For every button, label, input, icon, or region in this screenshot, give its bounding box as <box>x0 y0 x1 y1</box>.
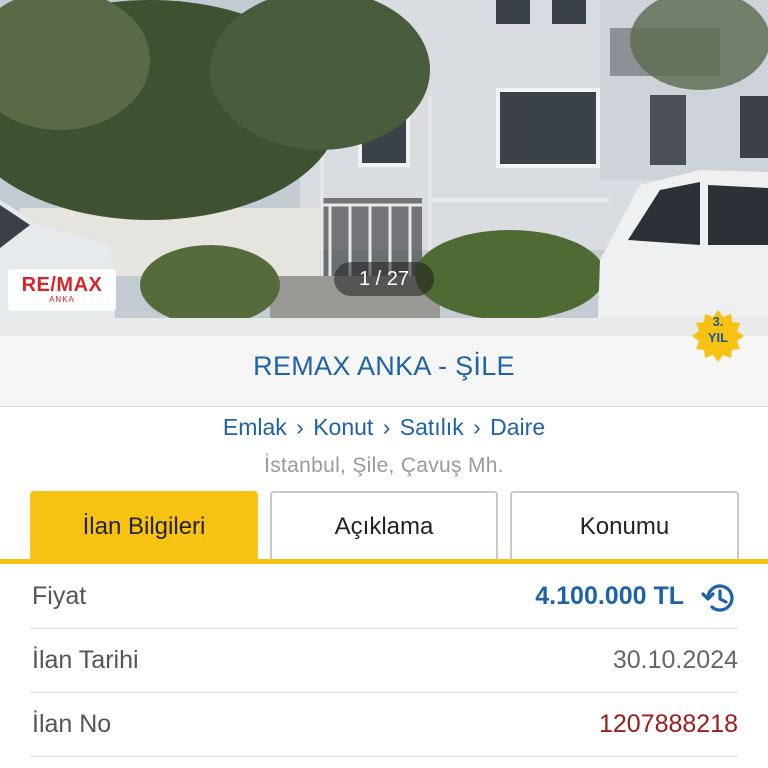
detail-row-price: Fiyat 4.100.000 TL <box>30 565 738 629</box>
breadcrumb-separator: › <box>473 414 481 440</box>
agent-logo: RE/MAX ANKA <box>8 269 116 311</box>
listing-photo[interactable]: RE/MAX ANKA 1 / 27 <box>0 0 768 318</box>
agent-logo-sub: ANKA <box>49 295 75 304</box>
breadcrumb-item-konut[interactable]: Konut <box>313 414 373 440</box>
photo-counter: 1 / 27 <box>334 262 434 296</box>
store-name-link[interactable]: REMAX ANKA - ŞİLE <box>0 351 768 382</box>
breadcrumb-item-satilik[interactable]: Satılık <box>400 414 464 440</box>
detail-row-date: İlan Tarihi 30.10.2024 <box>30 629 738 693</box>
location-text: İstanbul, Şile, Çavuş Mh. <box>264 454 504 477</box>
years-badge-label: YIL <box>707 330 729 345</box>
agent-logo-brand: RE/MAX <box>21 274 103 296</box>
price-label: Fiyat <box>32 582 87 610</box>
date-label: İlan Tarihi <box>32 646 139 674</box>
breadcrumb: Emlak › Konut › Satılık › Daire <box>0 414 768 441</box>
tab-indicator-bar <box>0 559 768 564</box>
breadcrumb-separator: › <box>382 414 391 440</box>
date-value: 30.10.2024 <box>612 646 738 674</box>
listing-number-label: İlan No <box>32 710 112 738</box>
detail-row-number: İlan No 1207888218 <box>30 693 738 757</box>
years-badge-text: 3. YIL <box>690 314 746 346</box>
history-icon[interactable] <box>700 579 738 617</box>
breadcrumb-item-emlak[interactable]: Emlak <box>223 414 287 440</box>
tab-aciklama[interactable]: Açıklama <box>270 491 498 559</box>
tab-konumu[interactable]: Konumu <box>510 491 739 559</box>
breadcrumb-item-daire[interactable]: Daire <box>490 414 545 440</box>
tab-ilan-bilgileri[interactable]: İlan Bilgileri <box>30 491 258 559</box>
listing-number-value: 1207888218 <box>598 710 738 738</box>
years-badge-number: 3. <box>712 314 724 329</box>
photo-divider <box>0 318 768 336</box>
store-header: REMAX ANKA - ŞİLE <box>0 336 768 407</box>
price-value: 4.100.000 TL <box>535 582 684 610</box>
breadcrumb-separator: › <box>296 414 304 440</box>
